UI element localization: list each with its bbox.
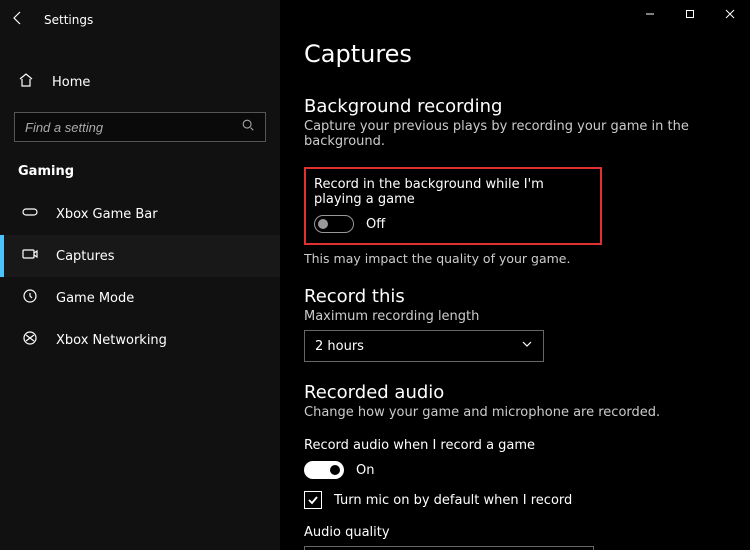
sidebar-item-xbox-networking[interactable]: Xbox Networking [0, 319, 280, 361]
section-description: Maximum recording length [304, 309, 726, 324]
audio-toggle-state: On [356, 463, 374, 478]
game-bar-icon [22, 204, 38, 224]
sidebar-item-label: Xbox Networking [56, 333, 167, 348]
record-this-section: Record this Maximum recording length 2 h… [304, 286, 726, 362]
audio-quality-dropdown[interactable]: 128kbps (Recommended) [304, 546, 594, 550]
back-icon[interactable] [10, 10, 26, 30]
home-icon [18, 72, 34, 92]
section-title: Record this [304, 286, 726, 307]
section-label: Gaming [0, 148, 280, 187]
nav-list: Xbox Game Bar Captures Game Mode Xbox Ne… [0, 193, 280, 361]
sidebar-item-label: Game Mode [56, 291, 134, 306]
section-title: Recorded audio [304, 382, 726, 403]
max-length-dropdown[interactable]: 2 hours [304, 330, 544, 362]
window-controls [630, 0, 750, 28]
sidebar-item-captures[interactable]: Captures [0, 235, 280, 277]
titlebar: Settings [0, 4, 280, 36]
audio-quality-label: Audio quality [304, 525, 726, 540]
home-label: Home [52, 75, 90, 90]
xbox-icon [22, 330, 38, 350]
highlight-box: Record in the background while I'm playi… [304, 167, 602, 245]
sidebar: Settings Home Gaming Xbox Game Bar Captu… [0, 0, 280, 550]
game-mode-icon [22, 288, 38, 308]
mic-checkbox-label: Turn mic on by default when I record [334, 493, 572, 508]
sidebar-item-game-bar[interactable]: Xbox Game Bar [0, 193, 280, 235]
bg-toggle-row: Off [314, 215, 592, 233]
recorded-audio-section: Recorded audio Change how your game and … [304, 382, 726, 550]
search-box[interactable] [14, 112, 266, 142]
chevron-down-icon [521, 338, 533, 354]
captures-icon [22, 246, 38, 266]
search-icon [241, 118, 255, 136]
section-title: Background recording [304, 96, 726, 117]
sidebar-item-game-mode[interactable]: Game Mode [0, 277, 280, 319]
mic-checkbox-row: Turn mic on by default when I record [304, 491, 726, 509]
app-title: Settings [44, 13, 93, 27]
dropdown-value: 2 hours [315, 339, 364, 354]
bg-recording-toggle[interactable] [314, 215, 354, 233]
sidebar-item-label: Captures [56, 249, 114, 264]
maximize-button[interactable] [670, 0, 710, 28]
audio-toggle-label: Record audio when I record a game [304, 438, 726, 453]
bg-toggle-label: Record in the background while I'm playi… [314, 177, 592, 207]
background-recording-section: Background recording Capture your previo… [304, 96, 726, 266]
audio-toggle-row: On [304, 461, 726, 479]
content-area: Captures Background recording Capture yo… [280, 0, 750, 550]
minimize-button[interactable] [630, 0, 670, 28]
close-button[interactable] [710, 0, 750, 28]
bg-note: This may impact the quality of your game… [304, 251, 726, 266]
mic-default-checkbox[interactable] [304, 491, 322, 509]
search-input[interactable] [25, 120, 241, 135]
record-audio-toggle[interactable] [304, 461, 344, 479]
section-description: Change how your game and microphone are … [304, 405, 726, 420]
section-description: Capture your previous plays by recording… [304, 119, 726, 149]
bg-toggle-state: Off [366, 217, 385, 232]
page-title: Captures [304, 40, 726, 68]
sidebar-item-label: Xbox Game Bar [56, 207, 158, 222]
home-link[interactable]: Home [0, 58, 280, 106]
